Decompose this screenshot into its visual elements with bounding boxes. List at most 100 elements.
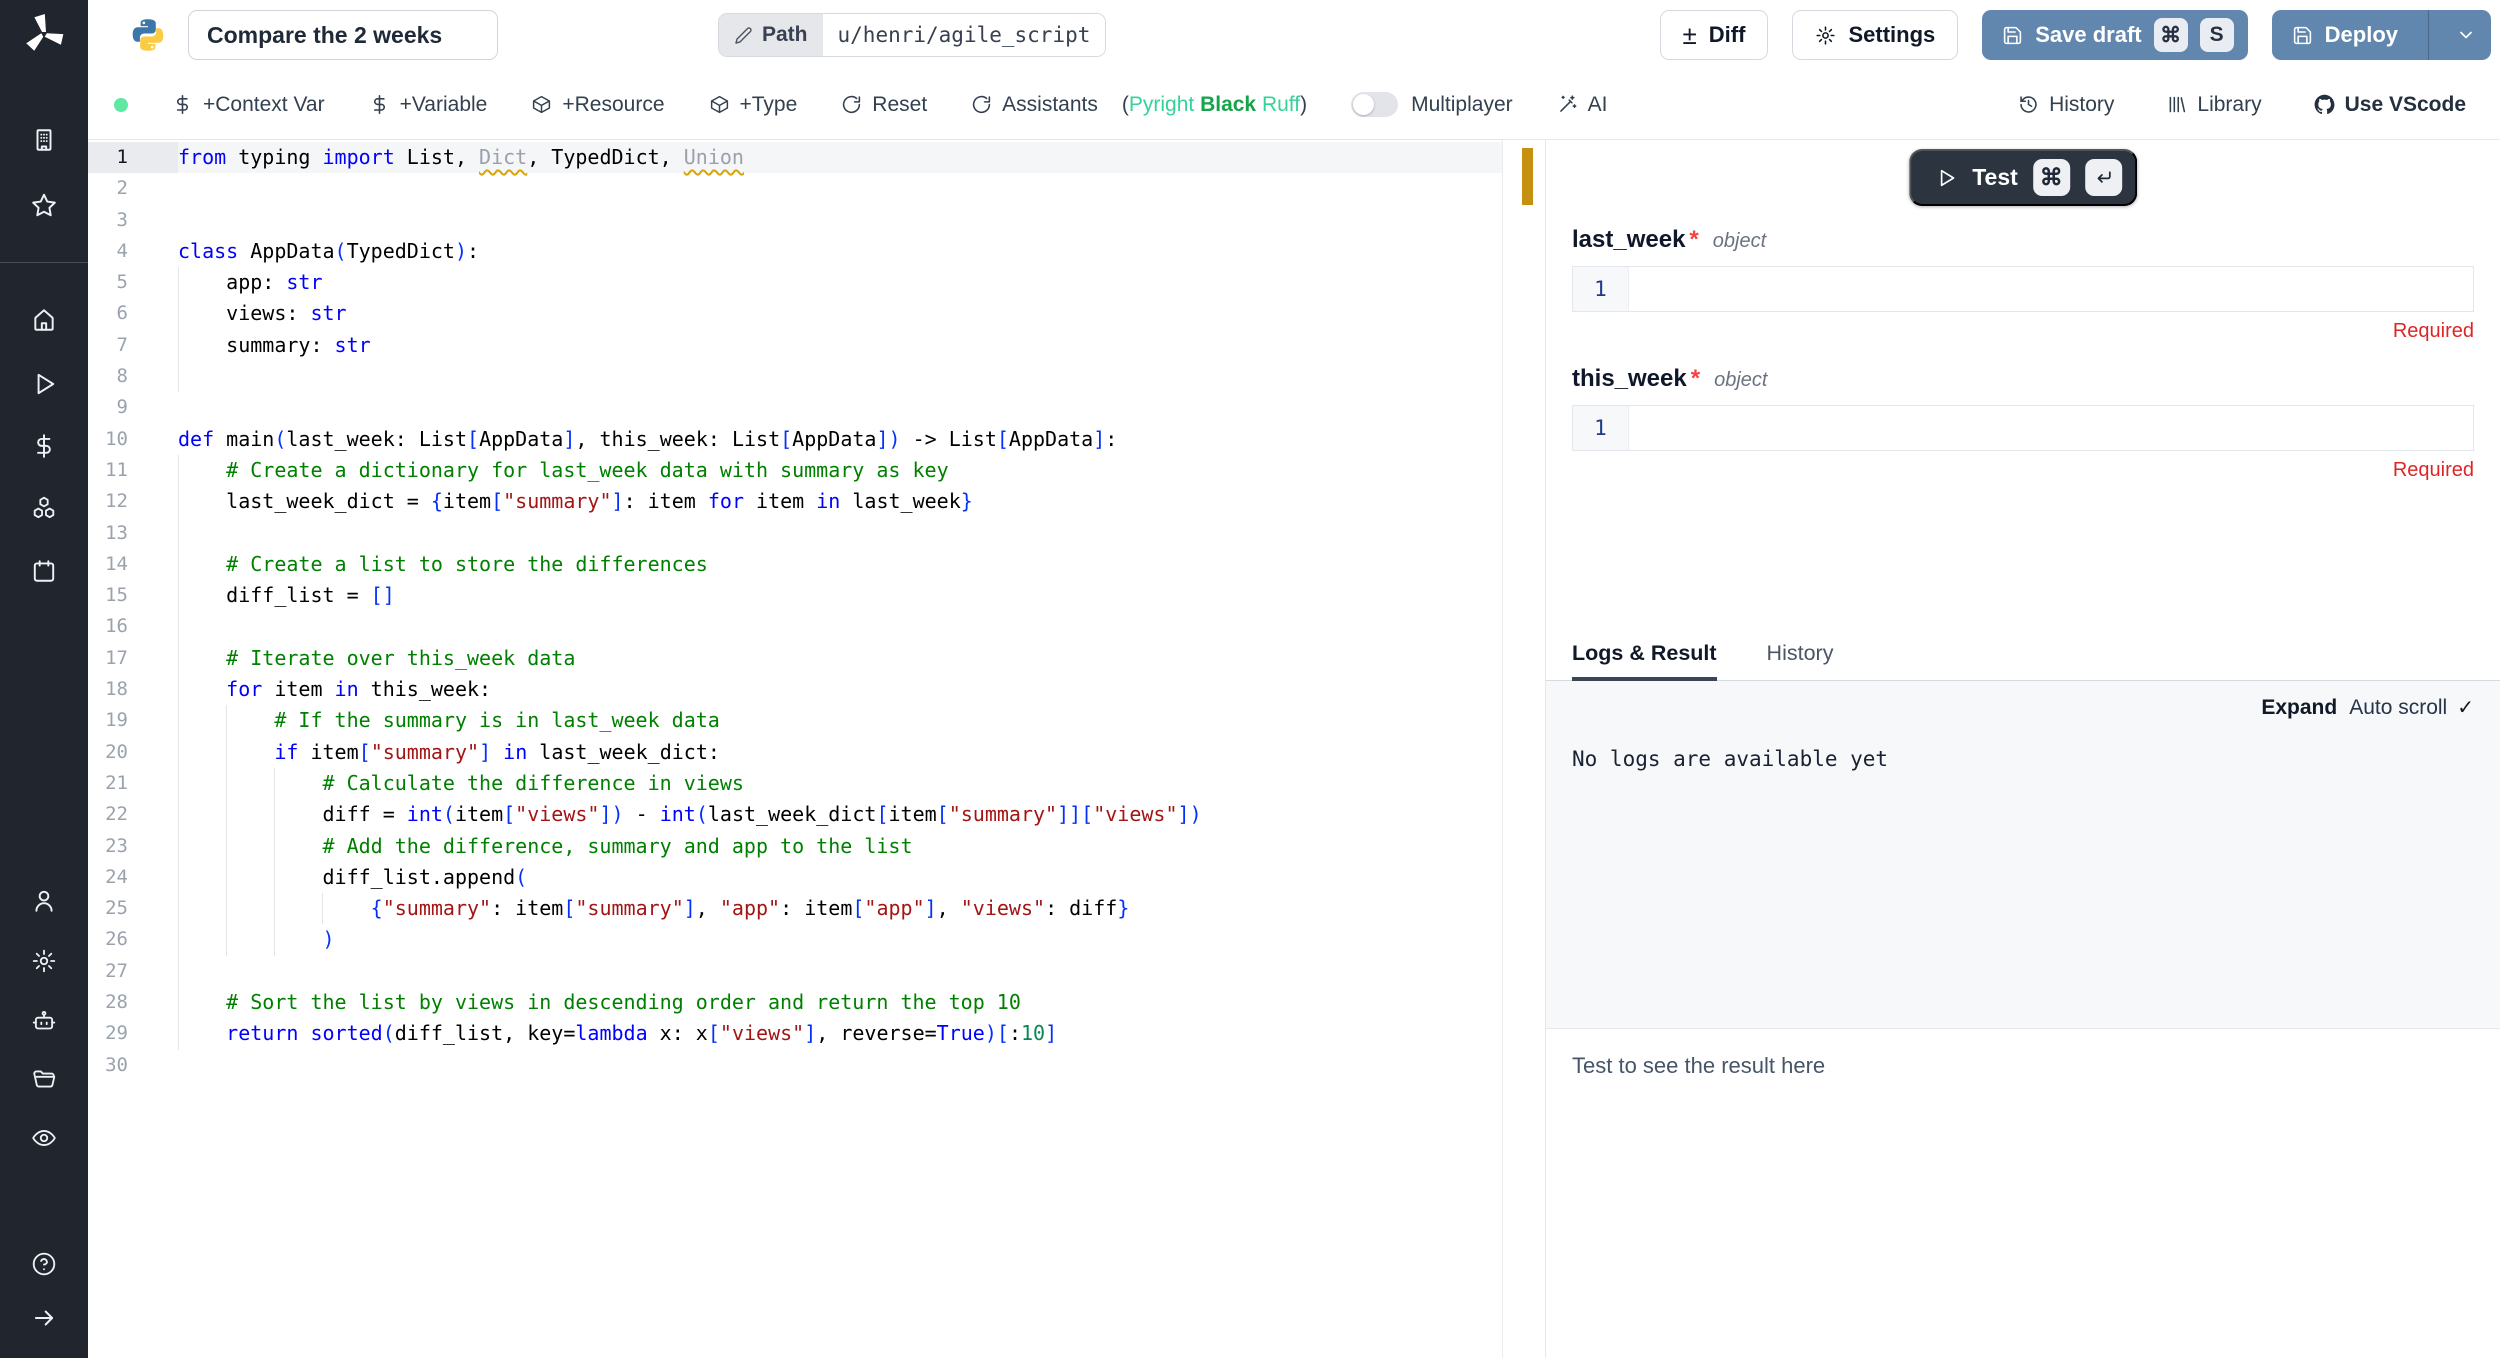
reset-button[interactable]: Reset [841,93,927,117]
main-column: Compare the 2 weeks Path u/henri/agile_s… [88,0,2500,1358]
deploy-dropdown[interactable] [2441,25,2491,45]
code-line: 8 [88,361,1502,392]
wand-icon [1557,94,1578,115]
users-person-icon[interactable] [31,888,57,914]
library-button[interactable]: Library [2166,93,2261,117]
favorites-star-icon[interactable] [31,192,57,218]
panel-tabs: Logs & Result History [1546,630,2500,681]
collapse-arrow-icon[interactable] [31,1305,57,1331]
code-line: 18 for item in this_week: [88,674,1502,705]
dollar-icon [172,94,193,115]
folders-icon[interactable] [31,1066,57,1092]
windmill-logo-icon[interactable] [20,10,68,58]
save-icon [2002,25,2023,46]
save-draft-button[interactable]: Save draft ⌘ S [1982,10,2247,60]
autoscroll-toggle[interactable]: Auto scroll ✓ [2349,695,2474,720]
code-line: 28 # Sort the list by views in descendin… [88,987,1502,1018]
variables-dollar-icon[interactable] [31,433,57,459]
diff-button[interactable]: ± Diff [1660,10,1769,60]
result-placeholder: Test to see the result here [1572,1053,1825,1078]
code-line: 22 diff = int(item["views"]) - int(last_… [88,799,1502,830]
add-type-button[interactable]: +Type [709,93,798,117]
json-editor-field[interactable] [1629,406,2473,450]
code-line: 20 if item["summary"] in last_week_dict: [88,737,1502,768]
audit-eye-icon[interactable] [31,1125,57,1151]
workspace-building-icon[interactable] [31,127,57,153]
resources-boxes-icon[interactable] [31,495,57,521]
code-line: 15 diff_list = [] [88,580,1502,611]
topbar-actions: ± Diff Settings Save draft ⌘ S [1660,10,2491,60]
code-line: 16 [88,611,1502,642]
package-icon [709,94,730,115]
script-name-text: Compare the 2 weeks [207,22,442,49]
code-line: 26 ) [88,924,1502,955]
assistants-button[interactable]: Assistants (Pyright Black Ruff) [971,93,1307,117]
code-lines: 1from typing import List, Dict, TypedDic… [88,142,1545,1081]
python-language-icon [130,17,166,53]
check-icon: ✓ [2457,695,2474,720]
settings-button[interactable]: Settings [1792,10,1958,60]
logs-area: Expand Auto scroll ✓ No logs are availab… [1546,681,2500,1028]
code-line: 11 # Create a dictionary for last_week d… [88,455,1502,486]
add-variable-button[interactable]: +Variable [369,93,488,117]
schedules-calendar-icon[interactable] [31,558,57,584]
topbar: Compare the 2 weeks Path u/henri/agile_s… [88,0,2500,70]
code-line: 23 # Add the difference, summary and app… [88,831,1502,862]
expand-button[interactable]: Expand [2261,696,2337,720]
panel-args: Test ⌘ last_week * object [1546,140,2500,482]
code-line: 27 [88,956,1502,987]
required-message: Required [1572,459,2474,482]
line-number-badge: 1 [1573,267,1629,311]
path-value: u/henri/agile_script [823,14,1106,56]
add-resource-button[interactable]: +Resource [531,93,664,117]
code-line: 13 [88,518,1502,549]
workers-robot-icon[interactable] [31,1009,57,1035]
script-name-input[interactable]: Compare the 2 weeks [188,10,498,60]
plus-minus-icon: ± [1683,22,1697,48]
gear-icon [1815,25,1836,46]
ai-button[interactable]: AI [1557,93,1608,117]
json-editor-field[interactable] [1629,267,2473,311]
add-context-var-button[interactable]: +Context Var [172,93,325,117]
code-line: 7 summary: str [88,330,1502,361]
code-line: 5 app: str [88,267,1502,298]
status-dot [114,98,128,112]
code-line: 9 [88,392,1502,423]
code-line: 2 [88,173,1502,204]
warning-marker [1522,148,1533,205]
no-logs-message: No logs are available yet [1572,747,2474,771]
help-icon[interactable] [31,1251,57,1277]
s-key-badge: S [2200,18,2234,52]
tab-history[interactable]: History [1767,630,1834,681]
code-editor[interactable]: 1from typing import List, Dict, TypedDic… [88,140,1545,1358]
settings-gear-icon[interactable] [31,948,57,974]
app: Compare the 2 weeks Path u/henri/agile_s… [0,0,2500,1358]
code-line: 24 diff_list.append( [88,862,1502,893]
code-line: 6 views: str [88,298,1502,329]
enter-key-badge [2085,159,2122,196]
use-vscode-button[interactable]: Use VScode [2314,93,2466,117]
path-label: Path [719,14,823,56]
required-message: Required [1572,320,2474,343]
deploy-button[interactable]: Deploy [2272,10,2491,60]
code-line: 25 {"summary": item["summary"], "app": i… [88,893,1502,924]
arg-input-last-week[interactable]: 1 [1572,266,2474,312]
code-line: 4class AppData(TypedDict): [88,236,1502,267]
code-line: 14 # Create a list to store the differen… [88,549,1502,580]
home-icon[interactable] [31,307,57,333]
path-control[interactable]: Path u/henri/agile_script [718,13,1106,57]
play-icon [1935,167,1957,189]
history-button[interactable]: History [2018,93,2114,117]
chevron-down-icon [2456,25,2476,45]
multiplayer-toggle[interactable] [1351,92,1398,117]
code-line: 21 # Calculate the difference in views [88,768,1502,799]
runs-play-icon[interactable] [31,371,57,397]
test-button[interactable]: Test ⌘ [1909,149,2137,206]
tab-logs-result[interactable]: Logs & Result [1572,630,1717,681]
required-asterisk: * [1689,226,1698,254]
overview-ruler[interactable] [1502,140,1545,1358]
arg-input-this-week[interactable]: 1 [1572,405,2474,451]
assistants-hint: (Pyright Black Ruff) [1122,93,1307,117]
history-clock-icon [2018,94,2039,115]
code-line: 19 # If the summary is in last_week data [88,705,1502,736]
